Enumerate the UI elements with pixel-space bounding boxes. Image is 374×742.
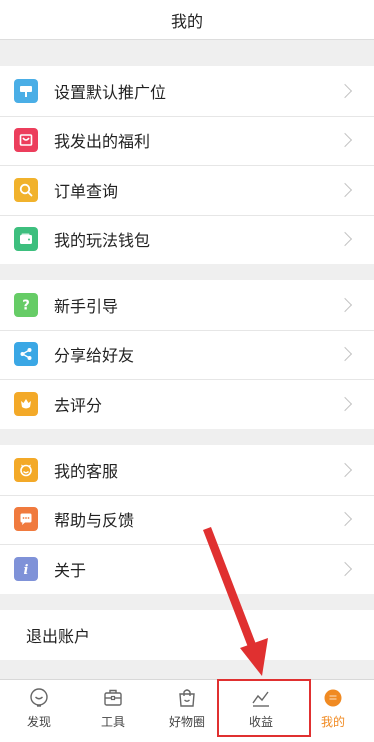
wallet-icon: [14, 227, 38, 252]
tab-label: 我的: [320, 715, 345, 729]
svg-text:i: i: [24, 563, 29, 577]
menu-item-label: 我的玩法钱包: [54, 231, 151, 251]
tab-label: 好物圈: [168, 715, 205, 729]
menu-item-wallet[interactable]: 我的玩法钱包: [0, 214, 374, 265]
chevron-right-icon: [337, 512, 353, 527]
logout-label: 退出账户: [26, 627, 91, 646]
tab-earnings[interactable]: 收益: [226, 680, 296, 742]
tab-label: 收益: [248, 715, 273, 729]
menu-item-share[interactable]: 分享给好友: [0, 329, 374, 380]
menu-item-label: 去评分: [54, 395, 103, 415]
chevron-right-icon: [337, 462, 353, 477]
settings-sign-icon: [14, 78, 38, 103]
share-icon: [14, 342, 38, 367]
menu-group-account: 设置默认推广位 我发出的福利 订单查询 我的玩法钱包: [0, 66, 374, 264]
top-bar: 我的: [0, 0, 374, 40]
tab-tools[interactable]: 工具: [78, 680, 148, 742]
discover-icon: [30, 688, 48, 707]
menu-item-customer-service[interactable]: 我的客服: [0, 445, 374, 495]
customer-service-icon: [14, 457, 38, 482]
screen: 我的 设置默认推广位 我发出的福利 订单查询 我的玩法钱包 ? 新手引导 分享给…: [0, 0, 374, 742]
shopping-bag-icon: [179, 689, 195, 707]
question-icon: ?: [14, 292, 38, 317]
tab-label: 工具: [100, 715, 125, 729]
menu-item-about[interactable]: i 关于: [0, 544, 374, 594]
menu-item-label: 关于: [54, 560, 87, 580]
logout-button[interactable]: 退出账户: [0, 610, 374, 660]
tab-label: 发现: [26, 715, 51, 729]
tab-discover[interactable]: 发现: [4, 680, 74, 742]
search-icon: [14, 177, 38, 202]
menu-group-support: 我的客服 帮助与反馈 i 关于: [0, 445, 374, 594]
flower-icon: [14, 391, 38, 416]
chevron-right-icon: [337, 182, 353, 197]
bottom-tab-bar: 发现 工具 好物圈 收益 我的: [0, 679, 374, 742]
chevron-right-icon: [337, 133, 353, 148]
svg-text:?: ?: [22, 298, 30, 313]
chat-bubble-icon: [14, 507, 38, 532]
chevron-right-icon: [337, 297, 353, 312]
chevron-right-icon: [337, 396, 353, 411]
chevron-right-icon: [337, 347, 353, 362]
earnings-chart-icon: [252, 691, 269, 707]
menu-item-label: 设置默认推广位: [54, 82, 167, 102]
menu-item-help-feedback[interactable]: 帮助与反馈: [0, 494, 374, 545]
menu-item-order-query[interactable]: 订单查询: [0, 165, 374, 215]
chevron-right-icon: [337, 232, 353, 247]
tab-me[interactable]: 我的: [298, 680, 368, 742]
chevron-right-icon: [337, 561, 353, 576]
menu-item-label: 我的客服: [54, 461, 119, 481]
page-title: 我的: [170, 11, 203, 31]
menu-item-label: 我发出的福利: [54, 132, 151, 152]
toolbox-icon: [104, 689, 122, 706]
menu-item-my-welfare[interactable]: 我发出的福利: [0, 115, 374, 166]
tab-good-stuff[interactable]: 好物圈: [152, 680, 222, 742]
menu-item-default-promotion[interactable]: 设置默认推广位: [0, 66, 374, 116]
profile-icon: [324, 689, 342, 707]
menu-item-label: 订单查询: [54, 181, 119, 201]
menu-item-label: 新手引导: [54, 296, 119, 316]
menu-item-beginner-guide[interactable]: ? 新手引导: [0, 280, 374, 330]
gift-bag-icon: [14, 128, 38, 153]
menu-group-help: ? 新手引导 分享给好友 去评分: [0, 280, 374, 429]
info-icon: i: [14, 556, 38, 581]
menu-item-label: 分享给好友: [54, 346, 135, 366]
menu-item-rate[interactable]: 去评分: [0, 379, 374, 429]
chevron-right-icon: [337, 83, 353, 98]
menu-item-label: 帮助与反馈: [54, 511, 135, 531]
